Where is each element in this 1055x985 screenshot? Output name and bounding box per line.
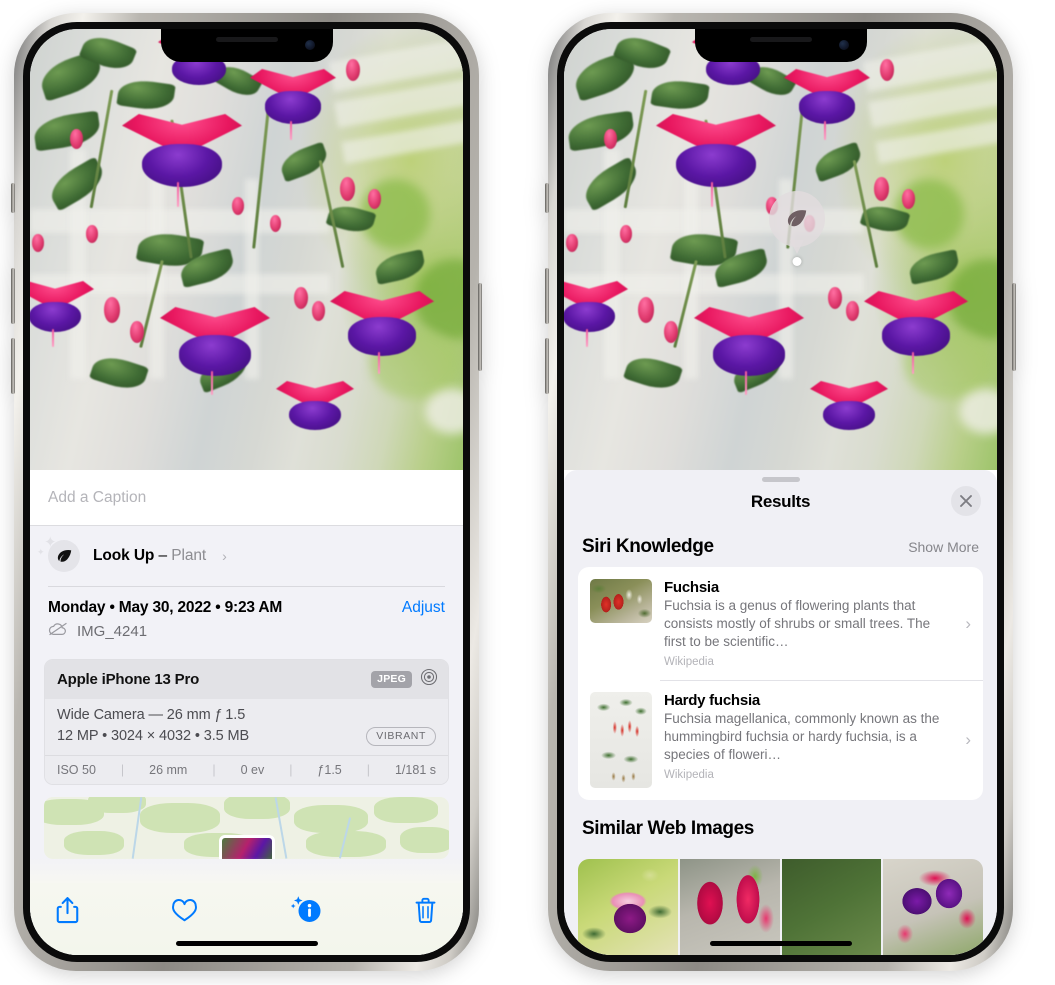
iphone-left-screen: Add a Caption ✦ ✦ Look Up – Plant › Mond… — [30, 29, 463, 955]
photo-fuchsia-image[interactable] — [564, 29, 997, 470]
aperture-icon — [420, 668, 438, 691]
list-item[interactable]: Hardy fuchsia Fuchsia magellanica, commo… — [578, 680, 983, 800]
photographic-style-badge: VIBRANT — [366, 726, 436, 746]
iphone-left-bezel: Add a Caption ✦ ✦ Look Up – Plant › Mond… — [23, 22, 470, 962]
iphone-right-frame: Results Siri Knowledge Show More Fuchsia… — [545, 13, 1016, 971]
result-thumbnail — [590, 692, 652, 789]
result-text: Hardy fuchsia Fuchsia magellanica, commo… — [664, 692, 953, 781]
look-up-bold-label: Look Up — [93, 547, 155, 564]
result-title: Hardy fuchsia — [664, 692, 760, 710]
silence-switch[interactable] — [11, 183, 15, 213]
silence-switch[interactable] — [545, 183, 549, 213]
location-map-card[interactable] — [44, 796, 449, 859]
stat-divider: | — [289, 762, 293, 777]
volume-down-button[interactable] — [545, 338, 549, 394]
look-up-bubble[interactable] — [769, 191, 825, 266]
subject-anchor-dot — [792, 257, 802, 266]
show-more-button[interactable]: Show More — [908, 539, 979, 555]
map-photo-thumbnail — [218, 834, 275, 859]
exif-lens-line: Wide Camera — 26 mm ƒ 1.5 — [57, 706, 246, 723]
stat-divider: | — [366, 762, 370, 777]
format-badge: JPEG — [371, 670, 412, 688]
result-thumbnail — [590, 579, 652, 623]
exif-stat-shutter: 1/181 s — [394, 762, 436, 777]
close-icon — [960, 495, 972, 507]
info-button[interactable] — [290, 895, 322, 925]
volume-up-button[interactable] — [11, 268, 15, 324]
home-indicator[interactable] — [709, 941, 852, 946]
siri-knowledge-card: Fuchsia Fuchsia is a genus of flowering … — [578, 567, 983, 801]
iphone-right-screen: Results Siri Knowledge Show More Fuchsia… — [564, 29, 997, 955]
list-item[interactable]: Fuchsia Fuchsia is a genus of flowering … — [578, 567, 983, 680]
exif-stat-exposure: 0 ev — [240, 762, 265, 777]
exif-size-line: 12 MP • 3024 × 4032 • 3.5 MB — [57, 728, 250, 744]
photo-date-text: Monday • May 30, 2022 • 9:23 AM — [48, 598, 283, 616]
result-source: Wikipedia — [664, 656, 714, 669]
side-power-button[interactable] — [1012, 283, 1016, 371]
exif-stat-focal: 26 mm — [149, 762, 188, 777]
home-indicator[interactable] — [175, 941, 318, 946]
sparkle-icon-large: ✦ — [44, 534, 57, 551]
results-header: Results — [564, 482, 997, 522]
screenshot-stage: Add a Caption ✦ ✦ Look Up – Plant › Mond… — [0, 0, 1055, 985]
earpiece-speaker — [215, 37, 278, 42]
adjust-button[interactable]: Adjust — [402, 599, 445, 617]
look-up-label: Look Up – Plant — [93, 547, 206, 565]
file-name-label: IMG_4241 — [77, 622, 148, 640]
siri-knowledge-header: Siri Knowledge Show More — [564, 522, 997, 567]
exif-stats-row: ISO 50 | 26 mm | 0 ev | ƒ1.5 | 1/181 s — [45, 754, 448, 784]
result-text: Fuchsia Fuchsia is a genus of flowering … — [664, 579, 953, 668]
siri-knowledge-title: Siri Knowledge — [582, 536, 714, 557]
file-row: IMG_4241 — [48, 622, 445, 641]
similar-web-images-title: Similar Web Images — [582, 818, 754, 840]
chevron-right-icon: › — [965, 730, 971, 750]
photo-info-sheet: Add a Caption ✦ ✦ Look Up – Plant › Mond… — [30, 470, 463, 955]
earpiece-speaker — [749, 37, 812, 42]
exif-body: Wide Camera — 26 mm ƒ 1.5 12 MP • 3024 ×… — [45, 698, 448, 755]
result-source: Wikipedia — [664, 769, 714, 782]
share-button[interactable] — [56, 896, 79, 924]
photo-fuchsia-image[interactable] — [30, 29, 463, 470]
close-button[interactable] — [951, 486, 981, 516]
sparkle-icon-small: ✦ — [37, 547, 45, 557]
favorite-button[interactable] — [171, 898, 198, 923]
chevron-right-icon: › — [222, 548, 227, 564]
notch — [694, 29, 867, 62]
results-sheet: Results Siri Knowledge Show More Fuchsia… — [564, 470, 997, 955]
exif-device-label: Apple iPhone 13 Pro — [57, 670, 200, 688]
front-camera-icon — [304, 40, 315, 50]
exif-stat-iso: ISO 50 — [57, 762, 96, 777]
iphone-left-frame: Add a Caption ✦ ✦ Look Up – Plant › Mond… — [11, 13, 482, 971]
similar-web-images-header: Similar Web Images — [564, 800, 997, 846]
caption-placeholder: Add a Caption — [48, 488, 147, 506]
web-image-tile[interactable] — [578, 859, 678, 955]
cloud-slash-icon — [48, 622, 68, 641]
volume-down-button[interactable] — [11, 338, 15, 394]
look-up-separator: – — [154, 547, 172, 564]
look-up-subject: Plant — [171, 547, 207, 564]
notch — [160, 29, 333, 62]
volume-up-button[interactable] — [545, 268, 549, 324]
exif-card[interactable]: Apple iPhone 13 Pro JPEG Wide Camera — 2… — [44, 658, 449, 785]
results-title: Results — [750, 492, 811, 511]
stat-divider: | — [212, 762, 216, 777]
caption-field-row[interactable]: Add a Caption — [30, 470, 463, 526]
result-description: Fuchsia is a genus of flowering plants t… — [664, 598, 931, 650]
web-image-tile[interactable] — [883, 859, 983, 955]
look-up-row[interactable]: ✦ ✦ Look Up – Plant › — [30, 526, 463, 586]
front-camera-icon — [838, 40, 849, 50]
delete-button[interactable] — [414, 897, 437, 924]
result-title: Fuchsia — [664, 579, 719, 596]
iphone-right-bezel: Results Siri Knowledge Show More Fuchsia… — [557, 22, 1004, 962]
side-power-button[interactable] — [478, 283, 482, 371]
bubble-tail — [790, 240, 804, 254]
exif-header: Apple iPhone 13 Pro JPEG — [45, 659, 448, 699]
chevron-right-icon: › — [965, 613, 971, 633]
stat-divider: | — [120, 762, 125, 777]
date-block: Monday • May 30, 2022 • 9:23 AM Adjust I… — [30, 587, 463, 649]
leaf-icon — [769, 191, 825, 247]
result-description: Fuchsia magellanica, commonly known as t… — [664, 711, 940, 763]
exif-stat-aperture: ƒ1.5 — [317, 762, 342, 777]
